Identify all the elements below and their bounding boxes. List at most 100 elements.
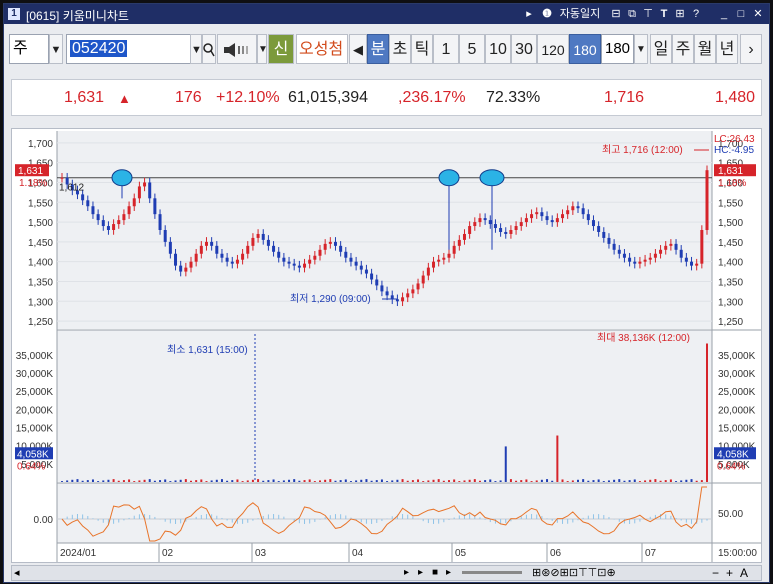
price-tick-left: 1,250 (28, 317, 53, 328)
volume-bar (669, 479, 672, 482)
speaker-icon[interactable] (217, 34, 257, 64)
market-dropdown-icon[interactable]: ▼ (49, 34, 63, 64)
candle-body (179, 265, 183, 272)
period-minute[interactable]: 분 (367, 34, 389, 64)
candle-body (60, 177, 64, 179)
minimize-button[interactable]: _ (717, 6, 731, 22)
volume-bar (577, 479, 579, 482)
period-5[interactable]: 5 (459, 34, 485, 64)
volume-bar (138, 480, 141, 482)
candle-body (241, 253, 245, 260)
candle-body (272, 245, 276, 252)
scroll-right-icon[interactable]: ▸ (404, 567, 409, 578)
candle-body (607, 237, 611, 244)
volume-bar (71, 479, 74, 482)
view-week[interactable]: 주 (672, 34, 694, 64)
candle-body (452, 245, 456, 254)
volume-bar (246, 480, 249, 482)
volume-bar (607, 480, 610, 482)
volume-bar (582, 479, 585, 482)
period-1[interactable]: 1 (433, 34, 459, 64)
price-change: 176 (175, 89, 202, 106)
candle-body (117, 220, 121, 225)
autolog-button[interactable]: 자동일지 (557, 6, 603, 22)
candle-body (432, 261, 436, 268)
maximize-button[interactable]: □ (734, 6, 748, 22)
forward-icon[interactable]: ▸ (446, 567, 451, 578)
tools-icon[interactable]: ⊞⊛⊘⊞⊡⊤⊤⊡⊕ (532, 566, 616, 579)
period-second[interactable]: 초 (389, 34, 411, 64)
osc-left-label: 0.00 (34, 515, 54, 526)
help-icon[interactable]: ? (690, 6, 702, 22)
volume-bar (649, 479, 652, 482)
chart-area[interactable]: 1,700 1,700 1,650 1,650 1,600 1,600 1,550 1,550… (11, 128, 762, 563)
volume-bar (489, 479, 492, 482)
candle-body (519, 222, 523, 227)
candle-body (344, 251, 348, 258)
candle-body (127, 206, 131, 215)
candle-body (659, 249, 663, 254)
candle-body (189, 261, 193, 268)
close-button[interactable]: ✕ (751, 6, 765, 22)
candle-body (524, 218, 528, 223)
volume-min-label: 최소 1,631 (15:00) (167, 344, 248, 356)
volume-bar (220, 479, 223, 482)
chart-scrollbar[interactable]: ◂ ▸ ▸ ■ ▸ ⊞⊛⊘⊞⊡⊤⊤⊡⊕ − + A (11, 565, 762, 581)
autolog-icon[interactable]: ❶ (540, 6, 554, 22)
volume-bar (411, 480, 414, 482)
volume-bar (308, 479, 311, 482)
candle-body (106, 226, 110, 230)
volume-bar (329, 479, 332, 482)
search-icon[interactable] (202, 34, 216, 64)
text-icon[interactable]: T (658, 6, 670, 22)
candle-body (225, 257, 229, 262)
code-dropdown-icon[interactable]: ▼ (190, 34, 202, 64)
candle-body (457, 239, 461, 246)
volume-bar (463, 480, 466, 482)
view-day[interactable]: 일 (650, 34, 672, 64)
text-tool-icon[interactable]: A (740, 566, 748, 580)
volume-bar (81, 480, 84, 482)
zoom-minus-icon[interactable]: − (712, 566, 719, 580)
period-dropdown-icon[interactable]: ▼ (634, 34, 648, 64)
volume-bar (484, 480, 487, 482)
volume-bar (355, 480, 358, 482)
toolbar-next-icon[interactable]: › (740, 34, 762, 64)
pin-icon[interactable]: ⊤ (642, 6, 654, 22)
grid-icon[interactable]: ⊞ (674, 6, 686, 22)
quote-bar: 1,631 ▲ 176 +12.10% 61,015,394 ,236.17% … (11, 79, 762, 116)
view-year[interactable]: 년 (716, 34, 738, 64)
triangle-left-icon[interactable]: ◀ (349, 34, 367, 64)
marker-icon (111, 169, 133, 187)
period-input[interactable]: 180 (601, 34, 634, 64)
volume-bar (112, 479, 115, 482)
play-icon[interactable]: ▸ (524, 6, 534, 22)
candle-body (416, 283, 420, 290)
price-chart[interactable]: 1,700 1,7001,650 1,6501,600 1,6001,550 1,550… (12, 129, 761, 562)
zoom-slider[interactable] (462, 571, 522, 574)
volume-bar (680, 480, 683, 482)
x-axis-label: 06 (550, 548, 562, 559)
play-chart-icon[interactable]: ▸ (418, 567, 423, 578)
stock-code-input[interactable]: 052420 (66, 34, 192, 64)
period-120[interactable]: 120 (537, 34, 569, 64)
candle-body (493, 224, 497, 229)
scroll-left-icon[interactable]: ◂ (14, 566, 20, 579)
candle-body (612, 243, 616, 250)
period-30[interactable]: 30 (511, 34, 537, 64)
candle-body (235, 259, 239, 264)
period-tick[interactable]: 틱 (411, 34, 433, 64)
period-10[interactable]: 10 (485, 34, 511, 64)
stop-chart-icon[interactable]: ■ (432, 567, 438, 578)
speaker-dropdown-icon[interactable]: ▼ (257, 34, 268, 64)
volume-bar (597, 479, 600, 482)
candle-body (313, 255, 317, 260)
volume-bar (272, 479, 275, 482)
market-select[interactable]: 주 (9, 34, 49, 64)
zoom-plus-icon[interactable]: + (726, 566, 733, 580)
window-icon[interactable]: ⧉ (626, 6, 638, 22)
period-180[interactable]: 180 (569, 34, 601, 64)
view-month[interactable]: 월 (694, 34, 716, 64)
new-button[interactable]: 신 (268, 34, 294, 64)
layout-icon[interactable]: ⊟ (610, 6, 622, 22)
